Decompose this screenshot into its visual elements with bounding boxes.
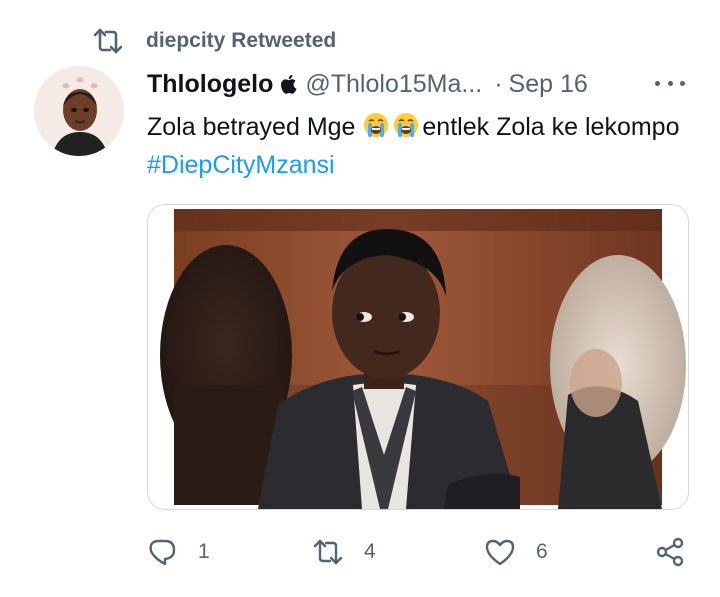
more-options-icon[interactable] [655,70,685,96]
author-handle[interactable]: @Thlolo15Ma... [305,70,482,99]
reply-count: 1 [198,540,210,563]
tweet-text-part2: entlek Zola ke lekompo [422,113,680,141]
avatar[interactable] [34,66,124,156]
retweet-icon [93,28,123,54]
tweet-text-part1: Zola betrayed Mge [147,113,356,141]
loudly-crying-face-emoji-icon [364,113,389,137]
tweet-card[interactable]: diepcity Retweeted Thlologelo @Thlolo15M… [0,0,720,597]
hashtag-link[interactable]: #DiepCityMzansi [147,151,335,179]
separator-dot: · [494,69,503,98]
share-button[interactable] [654,533,686,571]
retweet-button[interactable]: 4 [312,533,376,571]
author-name[interactable]: Thlologelo [147,70,273,99]
tweet-header: Thlologelo @Thlolo15Ma... · Sep 16 [147,66,687,102]
reply-icon [149,539,176,566]
tweet-date[interactable]: Sep 16 [509,70,588,99]
retweet-icon [313,539,343,565]
tweet-media-image[interactable] [147,204,689,510]
share-icon [656,537,684,567]
retweet-count: 4 [364,540,376,563]
tweet-text: Zola betrayed Mge entlek Zola ke lekompo… [147,108,687,184]
loudly-crying-face-emoji-icon [394,113,419,137]
tweet-actions: 1 4 6 [0,533,720,573]
retweeted-by-label[interactable]: diepcity Retweeted [146,29,336,53]
like-button[interactable]: 6 [484,533,548,571]
retweet-context: diepcity Retweeted [92,26,336,56]
like-count: 6 [536,540,548,563]
heart-icon [485,539,515,566]
apple-icon [281,74,297,94]
reply-button[interactable]: 1 [146,533,210,571]
